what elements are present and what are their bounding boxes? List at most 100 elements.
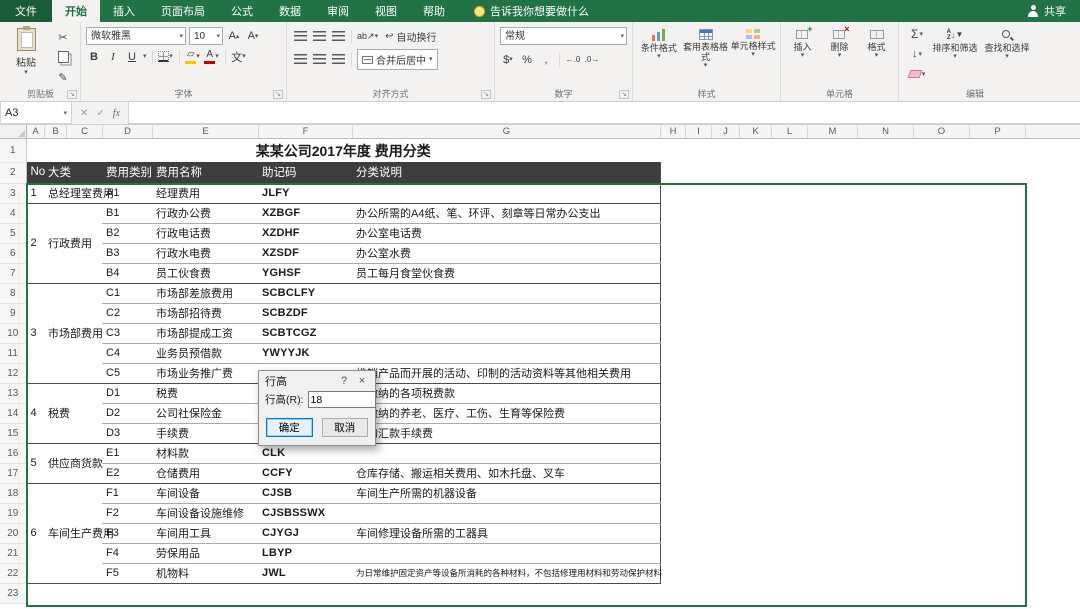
- column-header-B[interactable]: B: [45, 125, 67, 138]
- fill-button[interactable]: ↓▾: [905, 46, 929, 62]
- cell[interactable]: No: [26, 162, 44, 183]
- name-box[interactable]: A3 ▾: [0, 102, 72, 124]
- cell[interactable]: [352, 343, 660, 363]
- enter-entry-icon[interactable]: ✓: [96, 108, 104, 119]
- cell[interactable]: 市场部差旅费用: [152, 283, 258, 303]
- column-header-O[interactable]: O: [914, 125, 970, 138]
- row-header-9[interactable]: 9: [0, 303, 26, 323]
- row-header-19[interactable]: 19: [0, 503, 26, 523]
- cell[interactable]: 2: [26, 203, 44, 283]
- row-header-17[interactable]: 17: [0, 463, 26, 483]
- tab-data[interactable]: 数据: [266, 0, 314, 22]
- row-header-12[interactable]: 12: [0, 363, 26, 383]
- row-header-3[interactable]: 3: [0, 183, 26, 203]
- format-painter-button[interactable]: ✎: [51, 69, 75, 85]
- align-right-button[interactable]: [330, 51, 346, 68]
- cell-styles-button[interactable]: 单元格样式 ▾: [729, 24, 777, 69]
- cell[interactable]: [660, 363, 1025, 383]
- cell[interactable]: 为日常维护固定资产等设备所消耗的各种材料，不包括修理用材料和劳动保护材料: [352, 563, 660, 583]
- cell[interactable]: 机物料: [152, 563, 258, 583]
- cell[interactable]: D2: [102, 403, 152, 423]
- cell[interactable]: [660, 283, 1025, 303]
- cell[interactable]: [660, 323, 1025, 343]
- column-header-M[interactable]: M: [808, 125, 858, 138]
- cell[interactable]: XZBGF: [258, 203, 352, 223]
- align-left-button[interactable]: [292, 51, 308, 68]
- cell[interactable]: 1: [26, 183, 44, 203]
- cell[interactable]: B3: [102, 243, 152, 263]
- sheet-title-cell[interactable]: 某某公司2017年度 费用分类: [26, 139, 660, 162]
- cell[interactable]: [660, 162, 1025, 183]
- cell[interactable]: 市场部费用: [44, 283, 102, 383]
- cell[interactable]: XZDHF: [258, 223, 352, 243]
- row-header-18[interactable]: 18: [0, 483, 26, 503]
- number-format-select[interactable]: 常规▾: [500, 27, 627, 45]
- row-header-6[interactable]: 6: [0, 243, 26, 263]
- row-header-23[interactable]: 23: [0, 583, 26, 603]
- cell[interactable]: [352, 283, 660, 303]
- column-header-I[interactable]: I: [686, 125, 712, 138]
- cell[interactable]: 业务员预借款: [152, 343, 258, 363]
- cell[interactable]: 3: [26, 283, 44, 383]
- cell[interactable]: A1: [102, 183, 152, 203]
- tab-page-layout[interactable]: 页面布局: [148, 0, 218, 22]
- font-dialog-launcher-icon[interactable]: ↘: [273, 90, 283, 99]
- find-select-button[interactable]: 查找和选择 ▾: [981, 24, 1033, 82]
- cell[interactable]: [660, 139, 1025, 162]
- cell[interactable]: 推销产品而开展的活动、印制的活动资料等其他相关费用: [352, 363, 660, 383]
- cell[interactable]: 司缴纳的各项税费款: [352, 383, 660, 403]
- clipboard-dialog-launcher-icon[interactable]: ↘: [67, 90, 77, 99]
- column-header-A[interactable]: A: [27, 125, 45, 138]
- row-header-21[interactable]: 21: [0, 543, 26, 563]
- row-header-4[interactable]: 4: [0, 203, 26, 223]
- cell[interactable]: 费用类别: [102, 162, 152, 183]
- row-header-14[interactable]: 14: [0, 403, 26, 423]
- cell[interactable]: CJSBSSWX: [258, 503, 352, 523]
- row-height-input[interactable]: [308, 391, 376, 408]
- align-center-button[interactable]: [311, 51, 327, 68]
- cell[interactable]: XZSDF: [258, 243, 352, 263]
- formula-input[interactable]: [129, 102, 1080, 124]
- cell[interactable]: [660, 183, 1025, 203]
- clear-button[interactable]: ▾: [905, 66, 929, 82]
- cell[interactable]: 费用名称: [152, 162, 258, 183]
- cell[interactable]: 员工伙食费: [152, 263, 258, 283]
- number-dialog-launcher-icon[interactable]: ↘: [619, 90, 629, 99]
- cell[interactable]: [660, 203, 1025, 223]
- tab-file[interactable]: 文件: [0, 0, 52, 22]
- cell[interactable]: F2: [102, 503, 152, 523]
- cell[interactable]: [660, 483, 1025, 503]
- cell[interactable]: 分类说明: [352, 162, 660, 183]
- row-header-16[interactable]: 16: [0, 443, 26, 463]
- row-header-10[interactable]: 10: [0, 323, 26, 343]
- cell[interactable]: [352, 323, 660, 343]
- cell[interactable]: [352, 503, 660, 523]
- tab-home[interactable]: 开始: [52, 0, 100, 22]
- dialog-title-bar[interactable]: 行高 ? ×: [259, 371, 375, 390]
- percent-style-button[interactable]: %: [519, 51, 535, 68]
- cell[interactable]: 公司社保险金: [152, 403, 258, 423]
- increase-decimal-button[interactable]: ←.0: [565, 51, 581, 68]
- cell[interactable]: 行政费用: [44, 203, 102, 283]
- orientation-button[interactable]: ab↗▾: [357, 28, 378, 45]
- decrease-font-size-button[interactable]: A▾: [245, 28, 261, 45]
- cell[interactable]: 仓储费用: [152, 463, 258, 483]
- tab-formulas[interactable]: 公式: [218, 0, 266, 22]
- cell[interactable]: 仓库存储、搬运相关费用、如木托盘、叉车: [352, 463, 660, 483]
- tell-me-search[interactable]: 告诉我你想要做什么: [474, 0, 589, 22]
- cell[interactable]: 市场业务推广费: [152, 363, 258, 383]
- align-middle-button[interactable]: [311, 28, 327, 45]
- accounting-format-button[interactable]: $▾: [500, 51, 516, 68]
- cell[interactable]: [660, 263, 1025, 283]
- cell[interactable]: 司缴纳的养老、医疗、工伤、生育等保险费: [352, 403, 660, 423]
- cell[interactable]: F1: [102, 483, 152, 503]
- cell[interactable]: 材料款: [152, 443, 258, 463]
- cell[interactable]: 市场部招待费: [152, 303, 258, 323]
- row-header-20[interactable]: 20: [0, 523, 26, 543]
- cell[interactable]: 手续费: [152, 423, 258, 443]
- cell[interactable]: C3: [102, 323, 152, 343]
- cell[interactable]: JWL: [258, 563, 352, 583]
- cell[interactable]: CCFY: [258, 463, 352, 483]
- cell[interactable]: 大类: [44, 162, 102, 183]
- column-header-N[interactable]: N: [858, 125, 914, 138]
